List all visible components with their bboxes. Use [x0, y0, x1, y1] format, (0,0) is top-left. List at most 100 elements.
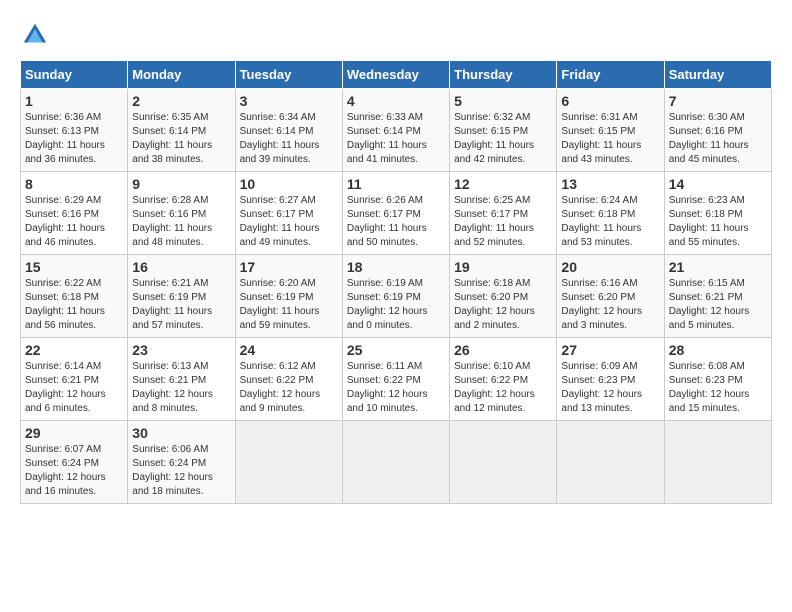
header-saturday: Saturday	[664, 61, 771, 89]
calendar-cell	[557, 421, 664, 504]
day-number: 12	[454, 176, 552, 192]
day-info: Sunrise: 6:28 AMSunset: 6:16 PMDaylight:…	[132, 194, 230, 250]
day-info: Sunrise: 6:08 AMSunset: 6:23 PMDaylight:…	[669, 360, 767, 416]
day-info: Sunrise: 6:06 AMSunset: 6:24 PMDaylight:…	[132, 443, 230, 499]
day-info: Sunrise: 6:24 AMSunset: 6:18 PMDaylight:…	[561, 194, 659, 250]
day-info: Sunrise: 6:25 AMSunset: 6:17 PMDaylight:…	[454, 194, 552, 250]
calendar-cell: 1 Sunrise: 6:36 AMSunset: 6:13 PMDaylight…	[21, 89, 128, 172]
calendar-cell: 16 Sunrise: 6:21 AMSunset: 6:19 PMDayligh…	[128, 255, 235, 338]
day-info: Sunrise: 6:16 AMSunset: 6:20 PMDaylight:…	[561, 277, 659, 333]
calendar-cell: 9 Sunrise: 6:28 AMSunset: 6:16 PMDaylight…	[128, 172, 235, 255]
day-number: 21	[669, 259, 767, 275]
calendar-table: SundayMondayTuesdayWednesdayThursdayFrid…	[20, 60, 772, 504]
calendar-cell: 11 Sunrise: 6:26 AMSunset: 6:17 PMDayligh…	[342, 172, 449, 255]
day-info: Sunrise: 6:19 AMSunset: 6:19 PMDaylight:…	[347, 277, 445, 333]
day-info: Sunrise: 6:36 AMSunset: 6:13 PMDaylight:…	[25, 111, 123, 167]
calendar-cell: 30 Sunrise: 6:06 AMSunset: 6:24 PMDayligh…	[128, 421, 235, 504]
calendar-cell: 24 Sunrise: 6:12 AMSunset: 6:22 PMDayligh…	[235, 338, 342, 421]
calendar-cell: 22Sunrise: 6:14 AMSunset: 6:21 PMDayligh…	[21, 338, 128, 421]
calendar-cell: 19 Sunrise: 6:18 AMSunset: 6:20 PMDayligh…	[450, 255, 557, 338]
day-info: Sunrise: 6:26 AMSunset: 6:17 PMDaylight:…	[347, 194, 445, 250]
calendar-cell: 14Sunrise: 6:23 AMSunset: 6:18 PMDayligh…	[664, 172, 771, 255]
header-friday: Friday	[557, 61, 664, 89]
calendar-week-row: 22Sunrise: 6:14 AMSunset: 6:21 PMDayligh…	[21, 338, 772, 421]
day-number: 10	[240, 176, 338, 192]
calendar-cell: 18 Sunrise: 6:19 AMSunset: 6:19 PMDayligh…	[342, 255, 449, 338]
calendar-cell: 3 Sunrise: 6:34 AMSunset: 6:14 PMDaylight…	[235, 89, 342, 172]
day-number: 2	[132, 93, 230, 109]
day-number: 20	[561, 259, 659, 275]
day-info: Sunrise: 6:35 AMSunset: 6:14 PMDaylight:…	[132, 111, 230, 167]
day-number: 23	[132, 342, 230, 358]
day-number: 4	[347, 93, 445, 109]
day-info: Sunrise: 6:33 AMSunset: 6:14 PMDaylight:…	[347, 111, 445, 167]
header-wednesday: Wednesday	[342, 61, 449, 89]
header-monday: Monday	[128, 61, 235, 89]
header-tuesday: Tuesday	[235, 61, 342, 89]
calendar-cell: 10 Sunrise: 6:27 AMSunset: 6:17 PMDayligh…	[235, 172, 342, 255]
day-info: Sunrise: 6:12 AMSunset: 6:22 PMDaylight:…	[240, 360, 338, 416]
calendar-week-row: 29 Sunrise: 6:07 AMSunset: 6:24 PMDayligh…	[21, 421, 772, 504]
day-number: 25	[347, 342, 445, 358]
day-info: Sunrise: 6:09 AMSunset: 6:23 PMDaylight:…	[561, 360, 659, 416]
calendar-cell: 20 Sunrise: 6:16 AMSunset: 6:20 PMDayligh…	[557, 255, 664, 338]
calendar-cell: 15Sunrise: 6:22 AMSunset: 6:18 PMDayligh…	[21, 255, 128, 338]
day-number: 30	[132, 425, 230, 441]
day-number: 19	[454, 259, 552, 275]
day-number: 17	[240, 259, 338, 275]
calendar-week-row: 8Sunrise: 6:29 AMSunset: 6:16 PMDaylight…	[21, 172, 772, 255]
day-number: 1	[25, 93, 123, 109]
day-info: Sunrise: 6:21 AMSunset: 6:19 PMDaylight:…	[132, 277, 230, 333]
calendar-cell: 28Sunrise: 6:08 AMSunset: 6:23 PMDayligh…	[664, 338, 771, 421]
day-info: Sunrise: 6:27 AMSunset: 6:17 PMDaylight:…	[240, 194, 338, 250]
calendar-cell: 29 Sunrise: 6:07 AMSunset: 6:24 PMDayligh…	[21, 421, 128, 504]
day-info: Sunrise: 6:32 AMSunset: 6:15 PMDaylight:…	[454, 111, 552, 167]
calendar-cell: 25 Sunrise: 6:11 AMSunset: 6:22 PMDayligh…	[342, 338, 449, 421]
day-number: 7	[669, 93, 767, 109]
day-info: Sunrise: 6:23 AMSunset: 6:18 PMDaylight:…	[669, 194, 767, 250]
calendar-cell: 26 Sunrise: 6:10 AMSunset: 6:22 PMDayligh…	[450, 338, 557, 421]
calendar-cell: 12 Sunrise: 6:25 AMSunset: 6:17 PMDayligh…	[450, 172, 557, 255]
day-info: Sunrise: 6:34 AMSunset: 6:14 PMDaylight:…	[240, 111, 338, 167]
day-info: Sunrise: 6:10 AMSunset: 6:22 PMDaylight:…	[454, 360, 552, 416]
calendar-cell: 7 Sunrise: 6:30 AMSunset: 6:16 PMDaylight…	[664, 89, 771, 172]
day-number: 18	[347, 259, 445, 275]
day-number: 26	[454, 342, 552, 358]
calendar-cell	[235, 421, 342, 504]
page-header	[20, 20, 772, 50]
calendar-cell: 27 Sunrise: 6:09 AMSunset: 6:23 PMDayligh…	[557, 338, 664, 421]
day-info: Sunrise: 6:15 AMSunset: 6:21 PMDaylight:…	[669, 277, 767, 333]
calendar-cell: 17 Sunrise: 6:20 AMSunset: 6:19 PMDayligh…	[235, 255, 342, 338]
day-number: 3	[240, 93, 338, 109]
day-info: Sunrise: 6:11 AMSunset: 6:22 PMDaylight:…	[347, 360, 445, 416]
logo	[20, 20, 54, 50]
calendar-week-row: 1 Sunrise: 6:36 AMSunset: 6:13 PMDaylight…	[21, 89, 772, 172]
logo-icon	[20, 20, 50, 50]
calendar-cell: 8Sunrise: 6:29 AMSunset: 6:16 PMDaylight…	[21, 172, 128, 255]
day-number: 13	[561, 176, 659, 192]
day-info: Sunrise: 6:20 AMSunset: 6:19 PMDaylight:…	[240, 277, 338, 333]
day-info: Sunrise: 6:30 AMSunset: 6:16 PMDaylight:…	[669, 111, 767, 167]
day-number: 24	[240, 342, 338, 358]
day-number: 29	[25, 425, 123, 441]
day-number: 11	[347, 176, 445, 192]
header-thursday: Thursday	[450, 61, 557, 89]
calendar-cell	[450, 421, 557, 504]
calendar-cell	[342, 421, 449, 504]
day-number: 15	[25, 259, 123, 275]
day-number: 5	[454, 93, 552, 109]
calendar-cell: 4 Sunrise: 6:33 AMSunset: 6:14 PMDaylight…	[342, 89, 449, 172]
day-number: 27	[561, 342, 659, 358]
day-number: 16	[132, 259, 230, 275]
header-sunday: Sunday	[21, 61, 128, 89]
day-info: Sunrise: 6:14 AMSunset: 6:21 PMDaylight:…	[25, 360, 123, 416]
day-number: 9	[132, 176, 230, 192]
day-info: Sunrise: 6:31 AMSunset: 6:15 PMDaylight:…	[561, 111, 659, 167]
day-info: Sunrise: 6:07 AMSunset: 6:24 PMDaylight:…	[25, 443, 123, 499]
calendar-cell: 2 Sunrise: 6:35 AMSunset: 6:14 PMDaylight…	[128, 89, 235, 172]
day-info: Sunrise: 6:18 AMSunset: 6:20 PMDaylight:…	[454, 277, 552, 333]
calendar-cell: 5 Sunrise: 6:32 AMSunset: 6:15 PMDaylight…	[450, 89, 557, 172]
day-info: Sunrise: 6:13 AMSunset: 6:21 PMDaylight:…	[132, 360, 230, 416]
calendar-cell: 6 Sunrise: 6:31 AMSunset: 6:15 PMDaylight…	[557, 89, 664, 172]
day-number: 6	[561, 93, 659, 109]
